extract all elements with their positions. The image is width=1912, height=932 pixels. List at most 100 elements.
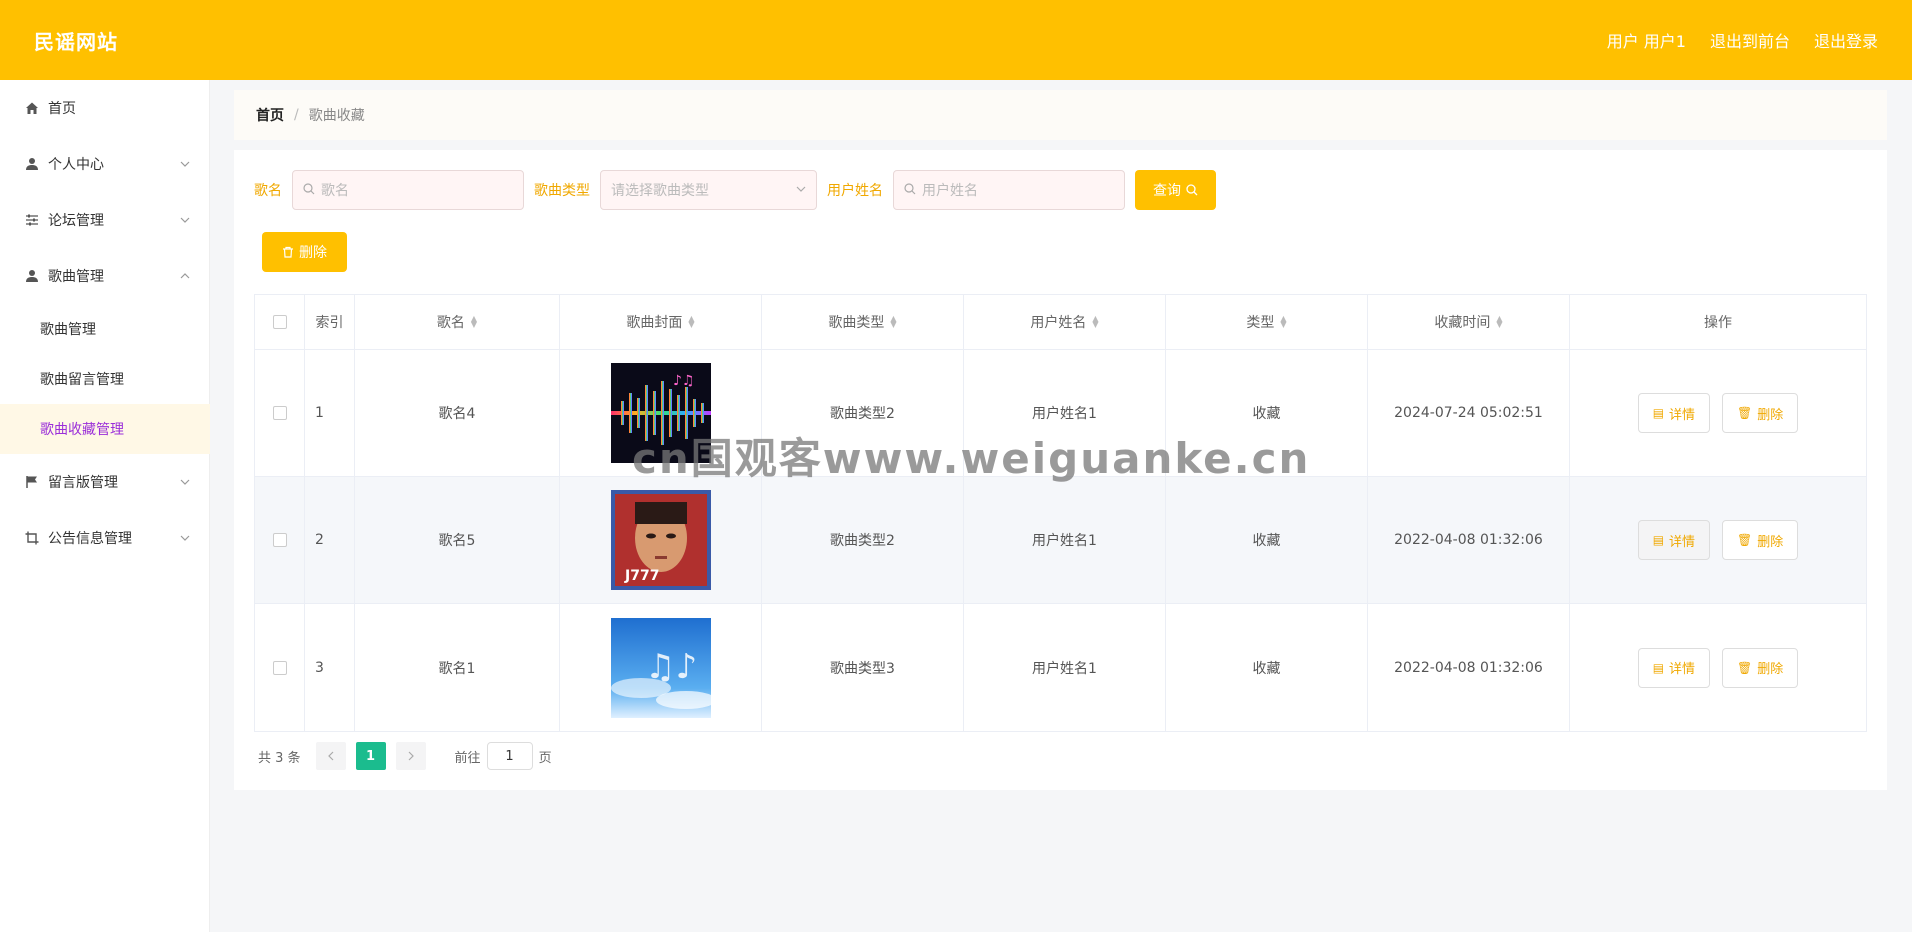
row-kind: 收藏 bbox=[1166, 477, 1368, 603]
sidebar-item-home[interactable]: 首页 bbox=[0, 80, 210, 136]
sort-icon[interactable]: ▲ ▼ bbox=[1092, 315, 1098, 329]
query-button[interactable]: 查询 bbox=[1135, 170, 1216, 210]
to-front-link[interactable]: 退出到前台 bbox=[1710, 28, 1790, 52]
row-checkbox[interactable] bbox=[272, 533, 287, 547]
sidebar-item-label: 个人中心 bbox=[48, 157, 104, 173]
header-song-name[interactable]: 歌名 ▲ ▼ bbox=[355, 295, 560, 349]
chevron-down-icon bbox=[180, 477, 190, 487]
header-label: 类型 bbox=[1246, 315, 1275, 331]
chevron-down-icon bbox=[180, 215, 190, 225]
table-row: 3 歌名1 ♫♪ 歌曲类型3 用户姓名1 收藏 2022-04-08 01:32… bbox=[255, 604, 1866, 731]
sidebar-item-forum[interactable]: 论坛管理 bbox=[0, 192, 210, 248]
header-label: 收藏时间 bbox=[1434, 315, 1491, 331]
select-all-cell bbox=[255, 295, 305, 349]
song-name-label: 歌名 bbox=[254, 183, 282, 199]
sidebar-subitem-song-management[interactable]: 歌曲管理 bbox=[0, 304, 210, 354]
song-name-input[interactable]: 歌名 bbox=[292, 170, 524, 210]
sidebar-item-label: 首页 bbox=[48, 101, 76, 117]
delete-button[interactable]: 🗑 删除 bbox=[1722, 393, 1799, 433]
trash-icon: 🗑 bbox=[1737, 406, 1753, 420]
search-icon bbox=[904, 182, 916, 198]
select-all-checkbox[interactable] bbox=[272, 315, 287, 329]
header-favorite-time[interactable]: 收藏时间 ▲ ▼ bbox=[1368, 295, 1570, 349]
row-actions: ▤ 详情 🗑 删除 bbox=[1570, 604, 1866, 731]
song-cover-image[interactable]: ♪♫ bbox=[610, 363, 711, 463]
flag-icon bbox=[24, 474, 40, 490]
sidebar-item-label: 留言版管理 bbox=[48, 475, 118, 491]
header-song-type[interactable]: 歌曲类型 ▲ ▼ bbox=[762, 295, 964, 349]
row-cover: J777 bbox=[560, 477, 762, 603]
row-cover: ♫♪ bbox=[560, 604, 762, 731]
row-checkbox[interactable] bbox=[272, 406, 287, 420]
row-cover: ♪♫ bbox=[560, 350, 762, 476]
delete-button[interactable]: 🗑 删除 bbox=[1722, 520, 1799, 560]
logout-link[interactable]: 退出登录 bbox=[1814, 28, 1878, 52]
user-icon bbox=[24, 268, 40, 284]
detail-label: 详情 bbox=[1669, 534, 1696, 550]
batch-delete-button[interactable]: 删除 bbox=[262, 232, 347, 272]
main-panel: 歌名 歌名 歌曲类型 请选择歌曲类型 用户姓名 用户姓名 查询 删除 索引 歌名… bbox=[234, 150, 1887, 790]
sort-icon[interactable]: ▲ ▼ bbox=[471, 315, 477, 329]
user-name-input[interactable]: 用户姓名 bbox=[893, 170, 1125, 210]
song-type-label: 歌曲类型 bbox=[534, 183, 590, 199]
site-brand[interactable]: 民谣网站 bbox=[34, 26, 118, 55]
delete-label: 删除 bbox=[1757, 407, 1784, 423]
next-page-button[interactable] bbox=[395, 742, 426, 770]
sort-icon[interactable]: ▲ ▼ bbox=[890, 315, 896, 329]
goto-page-input[interactable]: 1 bbox=[486, 742, 533, 770]
chevron-down-icon bbox=[796, 182, 806, 198]
user-name-link[interactable]: 用户 用户1 bbox=[1607, 28, 1686, 52]
detail-button[interactable]: ▤ 详情 bbox=[1637, 520, 1711, 560]
row-checkbox[interactable] bbox=[272, 660, 287, 675]
header-user-name[interactable]: 用户姓名 ▲ ▼ bbox=[964, 295, 1166, 349]
breadcrumb-separator: / bbox=[294, 107, 299, 123]
header-label: 用户姓名 bbox=[1030, 315, 1087, 331]
pager-total: 共 3 条 bbox=[258, 750, 301, 766]
song-cover-image[interactable]: ♫♪ bbox=[610, 617, 711, 718]
sidebar-item-message-board[interactable]: 留言版管理 bbox=[0, 454, 210, 510]
batch-delete-label: 删除 bbox=[299, 245, 327, 261]
detail-button[interactable]: ▤ 详情 bbox=[1637, 393, 1711, 433]
sort-icon[interactable]: ▲ ▼ bbox=[1496, 315, 1502, 329]
header-cover[interactable]: 歌曲封面 ▲ ▼ bbox=[560, 295, 762, 349]
delete-button[interactable]: 🗑 删除 bbox=[1722, 647, 1799, 688]
chevron-up-icon bbox=[180, 271, 190, 281]
song-type-select[interactable]: 请选择歌曲类型 bbox=[600, 170, 817, 210]
song-type-placeholder: 请选择歌曲类型 bbox=[611, 183, 709, 199]
detail-label: 详情 bbox=[1669, 407, 1696, 423]
sidebar-item-personal-center[interactable]: 个人中心 bbox=[0, 136, 210, 192]
row-song-type: 歌曲类型3 bbox=[762, 604, 964, 731]
detail-button[interactable]: ▤ 详情 bbox=[1637, 647, 1711, 688]
row-actions: ▤ 详情 🗑 删除 bbox=[1570, 350, 1866, 476]
pager-goto: 前往 1 页 bbox=[455, 742, 552, 770]
row-index: 1 bbox=[305, 350, 355, 476]
sort-icon[interactable]: ▲ ▼ bbox=[688, 315, 694, 329]
row-favorite-time: 2022-04-08 01:32:06 bbox=[1368, 477, 1570, 603]
row-user-name: 用户姓名1 bbox=[964, 477, 1166, 603]
home-icon bbox=[24, 100, 40, 116]
trash-icon: 🗑 bbox=[1737, 533, 1753, 547]
breadcrumb-home[interactable]: 首页 bbox=[256, 105, 284, 125]
sidebar-item-label: 论坛管理 bbox=[48, 213, 104, 229]
delete-label: 删除 bbox=[1757, 534, 1784, 550]
song-cover-image[interactable]: J777 bbox=[610, 490, 711, 590]
sidebar-subitem-song-favorites[interactable]: 歌曲收藏管理 bbox=[0, 404, 210, 454]
svg-text:J777: J777 bbox=[624, 568, 659, 584]
header-kind[interactable]: 类型 ▲ ▼ bbox=[1166, 295, 1368, 349]
sidebar-item-song-management[interactable]: 歌曲管理 bbox=[0, 248, 210, 304]
page-number-button[interactable]: 1 bbox=[355, 742, 386, 770]
search-bar: 歌名 歌名 歌曲类型 请选择歌曲类型 用户姓名 用户姓名 查询 bbox=[254, 170, 1216, 210]
top-header: 民谣网站 用户 用户1 退出到前台 退出登录 bbox=[0, 0, 1912, 80]
document-icon: ▤ bbox=[1652, 533, 1665, 547]
row-user-name: 用户姓名1 bbox=[964, 350, 1166, 476]
sidebar-subitem-song-comments[interactable]: 歌曲留言管理 bbox=[0, 354, 210, 404]
header-actions: 用户 用户1 退出到前台 退出登录 bbox=[1607, 28, 1878, 52]
row-index: 3 bbox=[305, 604, 355, 731]
prev-page-button[interactable] bbox=[315, 742, 346, 770]
row-kind: 收藏 bbox=[1166, 350, 1368, 476]
row-favorite-time: 2022-04-08 01:32:06 bbox=[1368, 604, 1570, 731]
svg-text:♪♫: ♪♫ bbox=[673, 373, 695, 389]
row-kind: 收藏 bbox=[1166, 604, 1368, 731]
sort-icon[interactable]: ▲ ▼ bbox=[1280, 315, 1286, 329]
sidebar-item-announcements[interactable]: 公告信息管理 bbox=[0, 510, 210, 566]
